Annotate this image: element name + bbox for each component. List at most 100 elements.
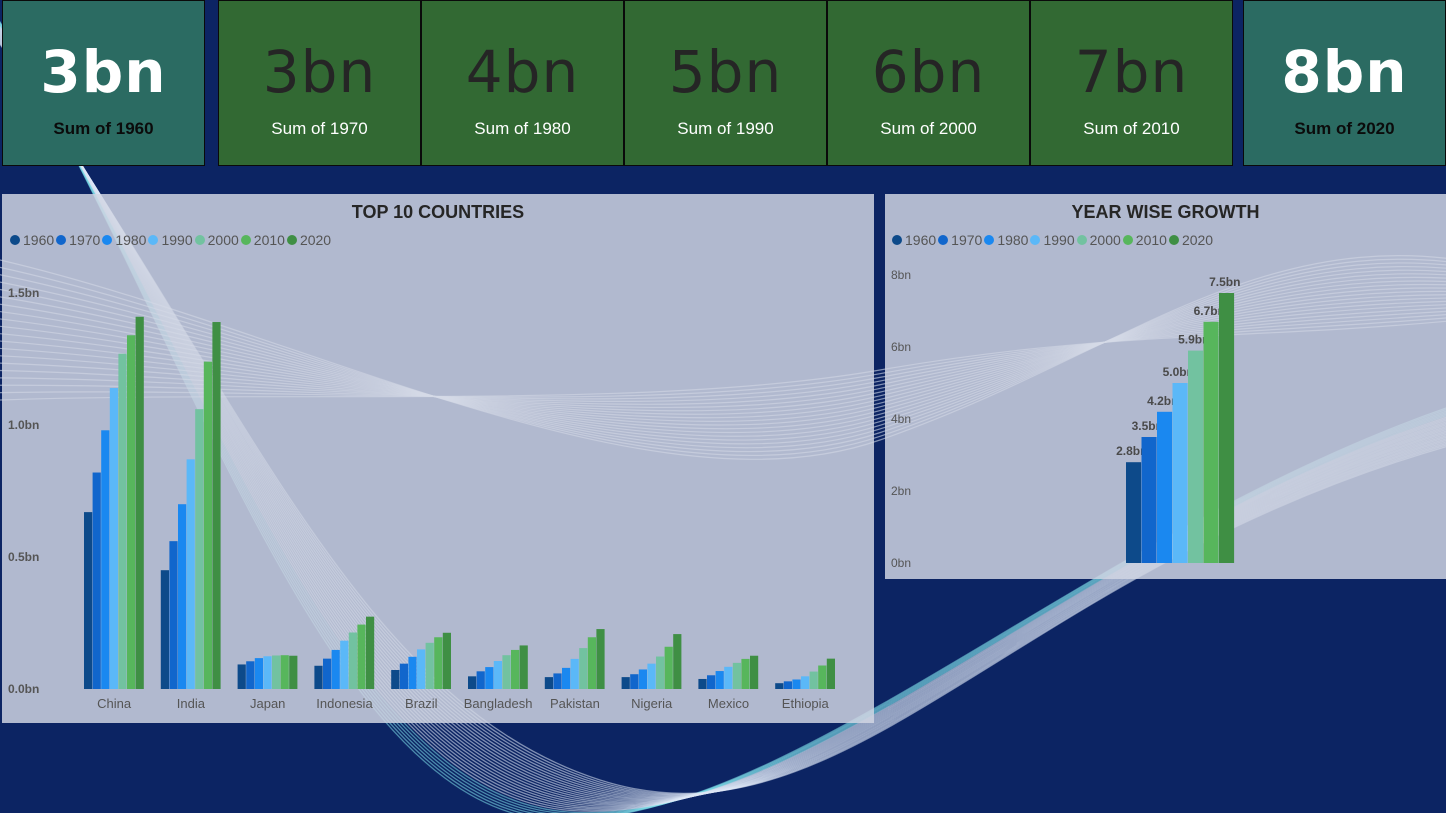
bar-1970[interactable] xyxy=(1141,437,1157,563)
bar-mexico-1980[interactable] xyxy=(715,671,724,689)
bar-japan-2020[interactable] xyxy=(289,655,298,689)
kpi-label: Sum of 2020 xyxy=(1294,119,1395,138)
bar-nigeria-1980[interactable] xyxy=(638,669,647,689)
bar-indonesia-1990[interactable] xyxy=(340,640,349,689)
bar-nigeria-1960[interactable] xyxy=(621,677,630,689)
x-tick-label: Pakistan xyxy=(550,696,600,711)
bar-indonesia-1980[interactable] xyxy=(331,649,340,689)
bar-pakistan-2020[interactable] xyxy=(596,629,605,689)
bar-japan-1970[interactable] xyxy=(246,661,255,689)
top-countries-panel: TOP 10 COUNTRIES 1960 1970 1980 1990 200… xyxy=(2,194,874,723)
bar-china-2000[interactable] xyxy=(118,353,127,689)
bar-bangladesh-1960[interactable] xyxy=(468,676,477,689)
kpi-value: 7bn xyxy=(1074,38,1189,106)
bar-pakistan-1990[interactable] xyxy=(570,658,579,689)
y-tick-label: 0.0bn xyxy=(8,682,39,696)
bar-nigeria-1990[interactable] xyxy=(647,663,656,689)
kpi-card-2000: 6bn Sum of 2000 xyxy=(827,0,1030,166)
x-tick-label: Ethiopia xyxy=(782,696,830,711)
x-tick-label: Brazil xyxy=(405,696,438,711)
bar-brazil-2010[interactable] xyxy=(434,637,443,689)
bar-pakistan-1980[interactable] xyxy=(562,667,571,689)
bar-ethiopia-1960[interactable] xyxy=(775,683,784,689)
bar-mexico-2000[interactable] xyxy=(732,662,741,689)
bar-mexico-1960[interactable] xyxy=(698,678,707,689)
bar-india-1970[interactable] xyxy=(169,541,178,689)
bar-brazil-1960[interactable] xyxy=(391,669,400,689)
kpi-label: Sum of 2010 xyxy=(1083,119,1180,138)
bar-china-1960[interactable] xyxy=(84,512,93,689)
bar-india-2010[interactable] xyxy=(203,361,212,689)
bar-japan-1960[interactable] xyxy=(237,664,246,689)
bar-brazil-2020[interactable] xyxy=(442,632,451,689)
kpi-card-1980: 4bn Sum of 1980 xyxy=(421,0,624,166)
kpi-value: 8bn xyxy=(1281,38,1408,106)
kpi-value: 3bn xyxy=(40,38,167,106)
bar-china-1990[interactable] xyxy=(109,388,118,689)
bar-china-2020[interactable] xyxy=(135,316,144,689)
kpi-value: 3bn xyxy=(262,38,377,106)
bar-nigeria-1970[interactable] xyxy=(630,674,639,689)
bar-china-1980[interactable] xyxy=(101,430,110,689)
bar-ethiopia-1970[interactable] xyxy=(783,681,792,689)
bar-ethiopia-1980[interactable] xyxy=(792,679,801,689)
bar-nigeria-2020[interactable] xyxy=(673,634,682,689)
kpi-card-2010: 7bn Sum of 2010 xyxy=(1030,0,1233,166)
bar-indonesia-2020[interactable] xyxy=(366,616,375,689)
bar-1980[interactable] xyxy=(1157,411,1173,563)
bar-india-1980[interactable] xyxy=(178,504,187,689)
bar-indonesia-2010[interactable] xyxy=(357,624,366,689)
y-tick-label: 8bn xyxy=(891,268,911,282)
bar-2020[interactable] xyxy=(1219,293,1235,563)
bar-pakistan-2010[interactable] xyxy=(587,637,596,689)
bar-bangladesh-1980[interactable] xyxy=(485,667,494,689)
bar-nigeria-2010[interactable] xyxy=(664,646,673,689)
bar-japan-1990[interactable] xyxy=(263,656,272,689)
x-tick-label: Nigeria xyxy=(631,696,673,711)
bar-ethiopia-2020[interactable] xyxy=(826,658,835,689)
x-tick-label: Indonesia xyxy=(316,696,373,711)
bar-bangladesh-2000[interactable] xyxy=(502,655,511,689)
bar-china-2010[interactable] xyxy=(127,335,136,689)
bar-bangladesh-1990[interactable] xyxy=(493,661,502,689)
bar-india-2020[interactable] xyxy=(212,322,221,689)
bar-japan-2000[interactable] xyxy=(272,655,281,689)
bar-ethiopia-2000[interactable] xyxy=(809,671,818,689)
bar-india-2000[interactable] xyxy=(195,409,204,689)
bar-indonesia-1960[interactable] xyxy=(314,665,323,689)
y-tick-label: 6bn xyxy=(891,340,911,354)
bar-2000[interactable] xyxy=(1188,350,1204,563)
top-countries-bar-chart: 0.0bn 0.5bn 1.0bn 1.5bn China India Japan Indon… xyxy=(8,286,835,711)
bar-india-1990[interactable] xyxy=(186,459,195,689)
bar-brazil-1980[interactable] xyxy=(408,656,417,689)
bar-brazil-1970[interactable] xyxy=(399,663,408,689)
bar-mexico-2010[interactable] xyxy=(741,658,750,689)
bar-nigeria-2000[interactable] xyxy=(656,656,665,689)
bar-mexico-1990[interactable] xyxy=(724,666,733,689)
bar-india-1960[interactable] xyxy=(160,570,169,689)
bar-mexico-1970[interactable] xyxy=(707,675,716,689)
bar-pakistan-1960[interactable] xyxy=(544,677,553,689)
bar-indonesia-1970[interactable] xyxy=(323,658,332,689)
x-tick-label: China xyxy=(97,696,132,711)
bar-japan-2010[interactable] xyxy=(280,655,289,689)
bar-1990[interactable] xyxy=(1172,383,1188,563)
bar-mexico-2020[interactable] xyxy=(750,655,759,689)
bar-ethiopia-2010[interactable] xyxy=(818,665,827,689)
y-tick-label: 0bn xyxy=(891,556,911,570)
bar-2010[interactable] xyxy=(1203,321,1219,563)
bar-brazil-2000[interactable] xyxy=(425,642,434,689)
bar-pakistan-1970[interactable] xyxy=(553,673,562,689)
x-tick-label: India xyxy=(177,696,206,711)
bar-ethiopia-1990[interactable] xyxy=(801,676,810,689)
x-tick-label: Japan xyxy=(250,696,285,711)
bar-indonesia-2000[interactable] xyxy=(348,632,357,689)
bar-bangladesh-2020[interactable] xyxy=(519,645,528,689)
bar-pakistan-2000[interactable] xyxy=(579,648,588,689)
bar-1960[interactable] xyxy=(1126,462,1142,563)
bar-brazil-1990[interactable] xyxy=(417,649,426,689)
bar-japan-1980[interactable] xyxy=(254,658,263,689)
bar-bangladesh-2010[interactable] xyxy=(511,649,520,689)
bar-bangladesh-1970[interactable] xyxy=(476,671,485,689)
bar-china-1970[interactable] xyxy=(92,472,101,689)
